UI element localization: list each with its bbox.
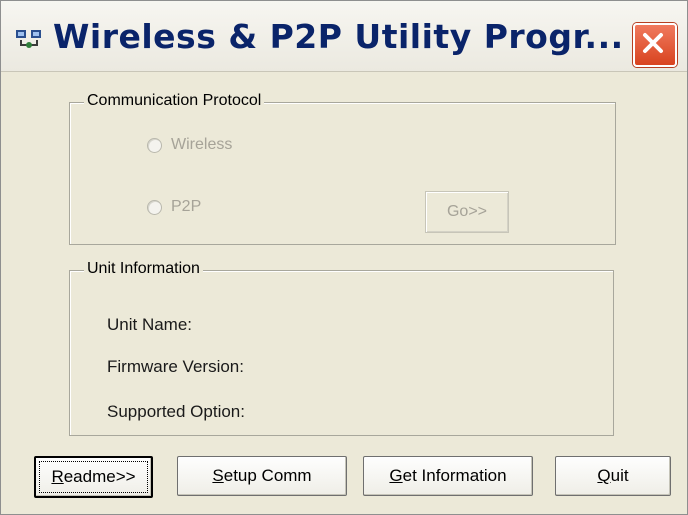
radio-button-icon [147, 199, 162, 215]
setup-comm-button-label: Setup Comm [212, 466, 312, 485]
go-button[interactable]: Go>> [425, 191, 509, 233]
quit-button-label: Quit [597, 466, 629, 485]
supported-option-label: Supported Option: [107, 402, 245, 421]
communication-protocol-legend: Communication Protocol [84, 92, 265, 110]
title-bar[interactable]: Wireless & P2P Utility Progr... [1, 1, 687, 72]
get-information-button-label: Get Information [389, 466, 507, 485]
readme-button[interactable]: Readme>> [34, 456, 153, 498]
firmware-version-label: Firmware Version: [107, 357, 244, 376]
focus-ring [39, 461, 148, 493]
unit-information-legend: Unit Information [84, 260, 203, 278]
communication-protocol-group: Communication Protocol [69, 92, 616, 245]
get-information-button[interactable]: Get Information [363, 456, 533, 496]
setup-comm-button[interactable]: Setup Comm [177, 456, 347, 496]
radio-wireless[interactable]: Wireless [147, 136, 232, 154]
close-icon [643, 33, 663, 53]
close-button[interactable] [633, 23, 677, 67]
radio-p2p[interactable]: P2P [147, 198, 201, 216]
window-title: Wireless & P2P Utility Progr... [53, 17, 624, 56]
quit-button[interactable]: Quit [555, 456, 671, 496]
utility-dialog: Wireless & P2P Utility Progr... Communic… [0, 0, 688, 515]
radio-button-icon [147, 137, 162, 153]
unit-name-label: Unit Name: [107, 315, 193, 334]
app-utility-icon [15, 27, 43, 49]
radio-p2p-label: P2P [171, 198, 202, 215]
radio-wireless-label: Wireless [171, 136, 233, 153]
